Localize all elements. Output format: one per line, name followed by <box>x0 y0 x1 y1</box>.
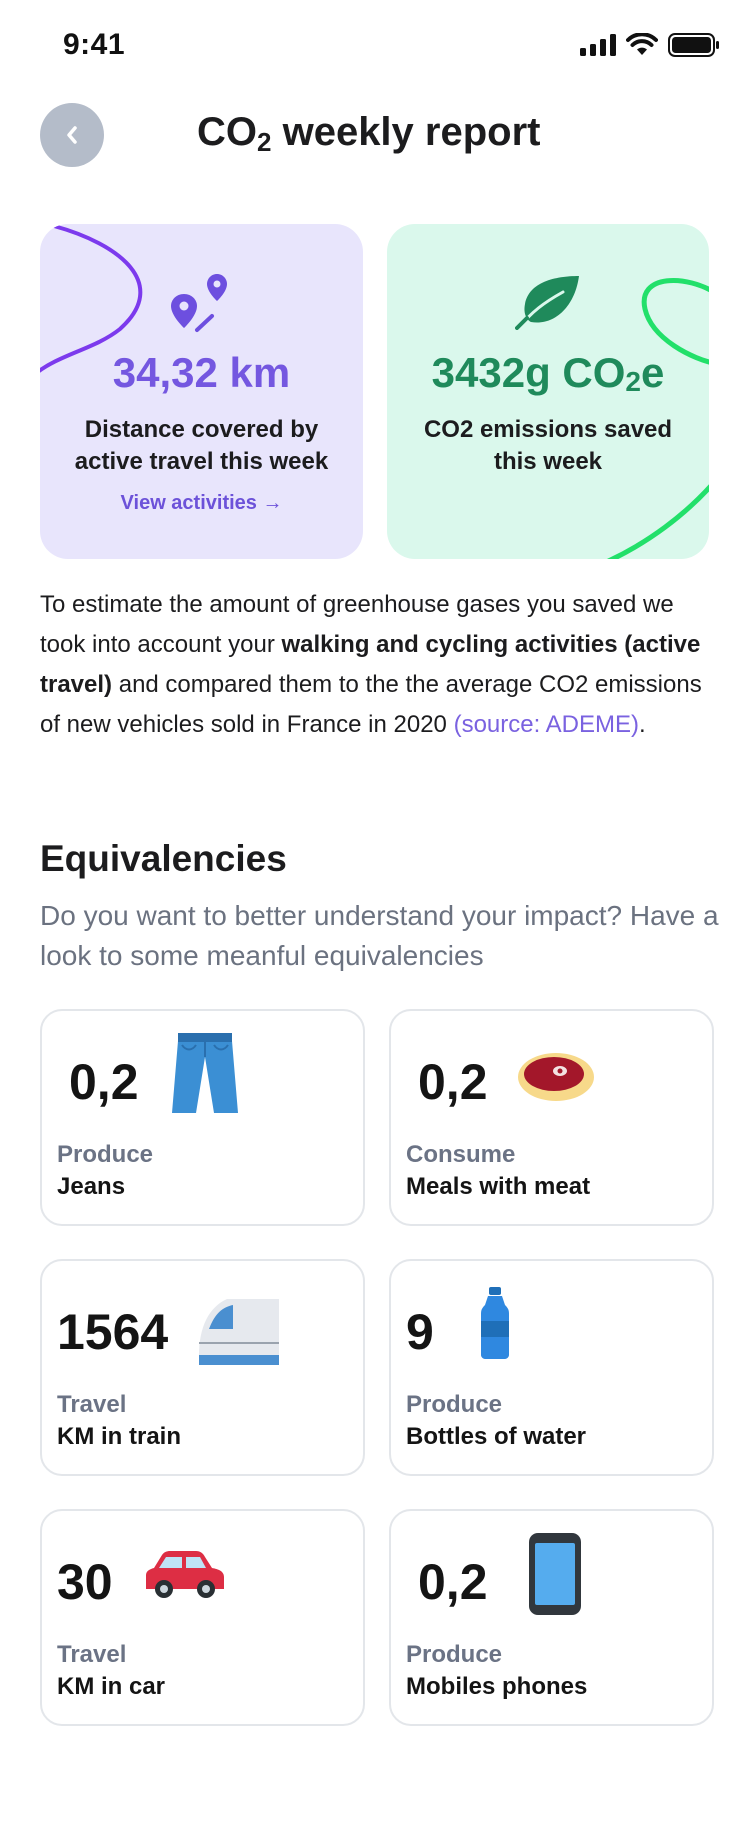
status-time: 9:41 <box>63 28 126 61</box>
steak-icon <box>518 1053 594 1101</box>
equivalency-label: KM in car <box>57 1673 166 1700</box>
mobile-phone-icon <box>529 1533 581 1615</box>
chevron-left-icon <box>67 126 77 144</box>
distance-card: 34,32 km Distance covered by active trav… <box>40 224 363 559</box>
equivalency-value: 9 <box>406 1304 434 1360</box>
equivalency-verb: Consume <box>406 1141 516 1168</box>
distance-description: Distance covered by active travel this w… <box>74 416 329 475</box>
explanation-end: . <box>638 711 646 738</box>
equivalency-card-meat[interactable]: 0,2 Consume Meals with meat <box>389 1009 714 1226</box>
equivalency-card-train[interactable]: 1564 Travel KM in train <box>40 1259 365 1476</box>
co2-value-main: 3432g CO <box>431 349 626 396</box>
equivalency-value: 30 <box>57 1554 113 1610</box>
equivalency-card-phone[interactable]: 0,2 Produce Mobiles phones <box>389 1509 714 1726</box>
leaf-icon <box>515 276 579 330</box>
equivalency-verb: Travel <box>57 1391 127 1418</box>
equivalency-value: 0,2 <box>69 1054 139 1110</box>
wifi-icon <box>626 33 658 55</box>
car-icon <box>146 1551 224 1598</box>
co2-value: 3432g CO2e <box>387 349 709 398</box>
equivalency-card-car[interactable]: 30 Travel KM in car <box>40 1509 365 1726</box>
equivalency-card-jeans[interactable]: 0,2 Produce Jeans <box>40 1009 365 1226</box>
route-pin-icon <box>170 274 227 332</box>
page-title-main: CO <box>197 110 257 154</box>
source-link[interactable]: (source: ADEME) <box>454 711 639 738</box>
equivalency-verb: Produce <box>406 1641 503 1668</box>
jeans-icon <box>172 1033 238 1113</box>
co2-value-rest: e <box>640 349 665 396</box>
water-bottle-icon <box>481 1287 509 1359</box>
equivalencies-subtitle: Do you want to better understand your im… <box>40 900 719 971</box>
equivalency-verb: Produce <box>57 1141 154 1168</box>
train-icon <box>199 1299 279 1365</box>
co2-description: CO2 emissions saved this week <box>423 416 673 475</box>
page-title-rest: weekly report <box>271 110 541 154</box>
cellular-signal-icon <box>580 34 616 56</box>
page-title-subscript: 2 <box>257 127 272 157</box>
distance-value: 34,32 km <box>112 349 291 396</box>
equivalency-verb: Produce <box>406 1391 503 1418</box>
equivalency-label: Mobiles phones <box>406 1673 588 1700</box>
battery-icon <box>668 33 719 57</box>
status-icons <box>580 33 720 57</box>
page-title: CO2 weekly report <box>197 110 540 158</box>
explanation-text: To estimate the amount of greenhouse gas… <box>40 585 720 745</box>
view-activities-link[interactable]: View activities → <box>40 492 363 515</box>
equivalency-label: Meals with meat <box>406 1173 591 1200</box>
equivalency-label: Bottles of water <box>406 1423 587 1450</box>
equivalencies-title: Equivalencies <box>40 838 287 879</box>
equivalency-value: 0,2 <box>418 1554 488 1610</box>
co2-card: 3432g CO2e CO2 emissions saved this week <box>387 224 709 559</box>
equivalency-label: Jeans <box>57 1173 126 1200</box>
co2-value-subscript: 2 <box>625 366 641 397</box>
equivalency-value: 0,2 <box>418 1054 488 1110</box>
equivalency-label: KM in train <box>57 1423 181 1450</box>
back-button[interactable] <box>40 103 104 167</box>
equivalency-value: 1564 <box>57 1304 169 1360</box>
equivalency-card-water[interactable]: 9 Produce Bottles of water <box>389 1259 714 1476</box>
equivalency-verb: Travel <box>57 1641 127 1668</box>
status-bar: 9:41 <box>0 0 750 90</box>
